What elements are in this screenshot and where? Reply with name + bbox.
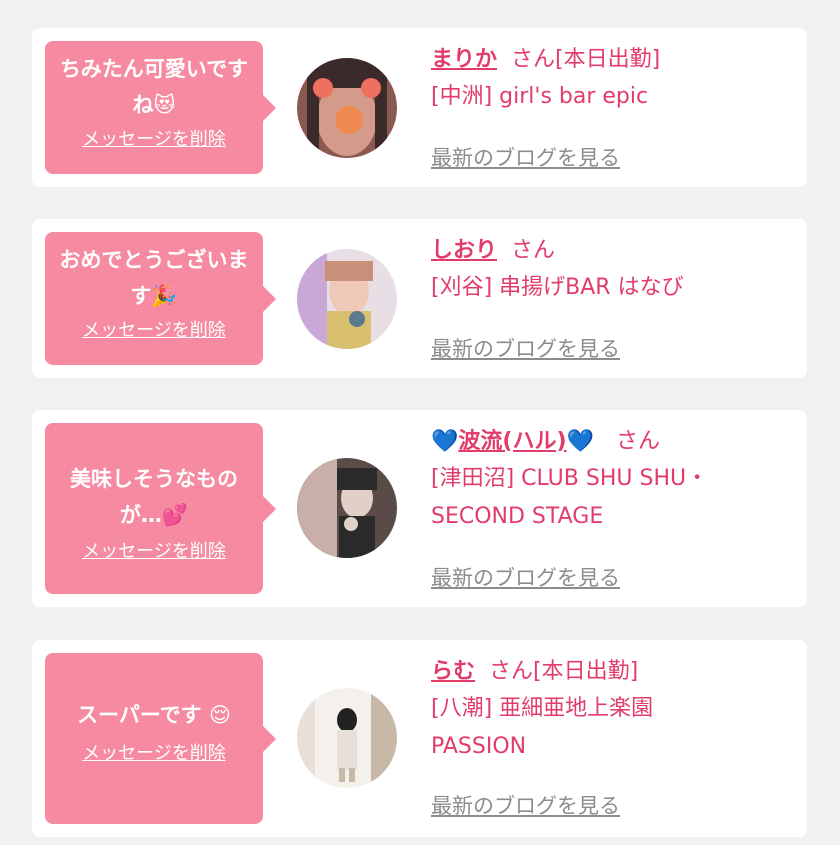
message-text: スーパーです 😌	[77, 703, 231, 727]
avatar-photo-icon	[297, 458, 397, 558]
latest-blog-link[interactable]: 最新のブログを見る	[431, 142, 620, 172]
cast-info: しおり さん [刈谷] 串揚げBAR はなび	[431, 233, 791, 307]
message-text: 美味しそうなものが…💕	[70, 467, 238, 527]
message-card: おめでとうございます🎉 メッセージを削除 しおり さん [刈谷] 串揚げBAR は…	[32, 219, 807, 378]
delete-message-link[interactable]: メッセージを削除	[45, 316, 263, 342]
blue-heart-icon: 💙	[566, 429, 594, 454]
cast-name-line: らむ さん[本日出勤]	[431, 654, 791, 690]
cast-info: まりか さん[本日出勤] [中洲] girl's bar epic	[431, 42, 791, 116]
message-text: ちみたん可愛いですね😻	[59, 57, 249, 117]
cast-name-link[interactable]: 波流(ハル)	[458, 429, 566, 454]
shop-name: [中洲] girl's bar epic	[431, 84, 649, 109]
latest-blog-link[interactable]: 最新のブログを見る	[431, 562, 620, 592]
cast-name-link[interactable]: まりか	[431, 47, 497, 72]
message-text: おめでとうございます🎉	[59, 248, 249, 308]
avatar-photo-icon	[297, 249, 397, 349]
latest-blog-link[interactable]: 最新のブログを見る	[431, 790, 620, 820]
cast-info: 💙波流(ハル)💙 さん [津田沼] CLUB SHU SHU・SECOND STA…	[431, 424, 791, 536]
honorific: さん	[511, 47, 556, 72]
honorific: さん	[489, 659, 534, 684]
message-list: ちみたん可愛いですね😻 メッセージを削除 まりか さん[本日出勤] [中洲] gi…	[0, 0, 840, 845]
shop-name: [八潮] 亜細亜地上楽園 PASSION	[431, 696, 654, 759]
message-card: スーパーです 😌 メッセージを削除 らむ さん[本日出勤] [八潮] 亜細亜地上楽…	[32, 640, 807, 837]
message-card: 美味しそうなものが…💕 メッセージを削除 💙波流(ハル)💙 さん [津田沼] CL…	[32, 410, 807, 607]
avatar-photo-icon	[297, 58, 397, 158]
delete-message-link[interactable]: メッセージを削除	[45, 125, 263, 151]
attendance-status: [本日出勤]	[533, 659, 639, 684]
delete-message-link[interactable]: メッセージを削除	[45, 739, 263, 765]
avatar[interactable]	[297, 249, 397, 349]
avatar[interactable]	[297, 458, 397, 558]
message-bubble: ちみたん可愛いですね😻 メッセージを削除	[45, 41, 276, 174]
latest-blog-link[interactable]: 最新のブログを見る	[431, 333, 620, 363]
message-bubble: 美味しそうなものが…💕 メッセージを削除	[45, 423, 276, 594]
shop-name: [津田沼] CLUB SHU SHU・SECOND STAGE	[431, 466, 709, 529]
attendance-status: [本日出勤]	[555, 47, 661, 72]
avatar-photo-icon	[297, 688, 397, 788]
blue-heart-icon: 💙	[431, 429, 459, 454]
message-bubble: おめでとうございます🎉 メッセージを削除	[45, 232, 276, 365]
delete-message-link[interactable]: メッセージを削除	[45, 537, 263, 563]
message-bubble: スーパーです 😌 メッセージを削除	[45, 653, 276, 824]
honorific: さん	[511, 238, 556, 263]
cast-info: らむ さん[本日出勤] [八潮] 亜細亜地上楽園 PASSION	[431, 654, 791, 766]
avatar[interactable]	[297, 58, 397, 158]
cast-name-link[interactable]: しおり	[431, 238, 497, 263]
message-card: ちみたん可愛いですね😻 メッセージを削除 まりか さん[本日出勤] [中洲] gi…	[32, 28, 807, 187]
shop-name: [刈谷] 串揚げBAR はなび	[431, 275, 684, 300]
cast-name-link[interactable]: らむ	[431, 659, 475, 684]
cast-name-line: しおり さん	[431, 233, 791, 269]
cast-name-line: 💙波流(ハル)💙 さん	[431, 424, 791, 460]
cast-name-line: まりか さん[本日出勤]	[431, 42, 791, 78]
avatar[interactable]	[297, 688, 397, 788]
honorific: さん	[615, 429, 660, 454]
